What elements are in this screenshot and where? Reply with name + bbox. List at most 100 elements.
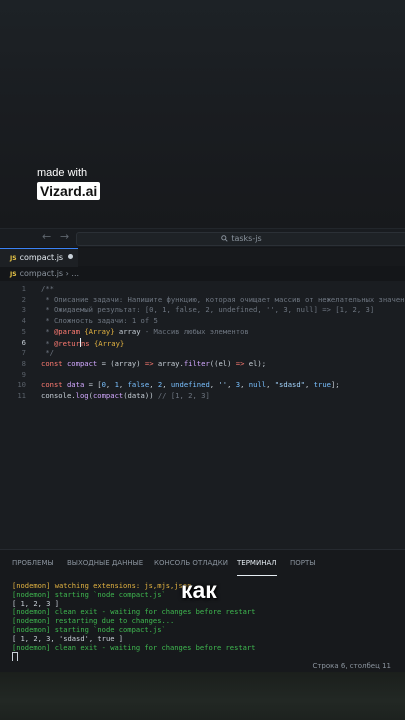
line-number: 7	[21, 348, 26, 358]
code-token: ,	[162, 380, 171, 390]
code-token: null	[248, 380, 267, 390]
forward-arrow-icon[interactable]: →	[60, 230, 69, 243]
code-line[interactable]: 4 * Сложность задачи: 1 of 5	[0, 316, 405, 327]
tab-output[interactable]: ВЫХОДНЫЕ ДАННЫЕ	[67, 550, 143, 576]
code-text: * @param {Array} array - Массив любых эл…	[41, 326, 248, 338]
unsaved-dot-icon[interactable]	[68, 254, 74, 259]
code-token: *	[41, 338, 54, 348]
code-token: true	[313, 380, 331, 390]
back-arrow-icon[interactable]: ←	[42, 230, 51, 243]
code-token: filter	[183, 358, 210, 368]
code-line[interactable]: 7 */	[0, 348, 405, 359]
video-subtitle: как	[181, 577, 217, 603]
code-editor[interactable]: 1 /** 2 * Описание задачи: Напишите функци…	[0, 281, 405, 549]
code-token: false	[127, 380, 150, 390]
search-icon	[221, 235, 228, 242]
code-token: array.	[153, 358, 184, 368]
breadcrumb-separator: ›	[65, 269, 69, 278]
code-token: * Ожидаемый результат: [0, 1, false, 2, …	[41, 305, 375, 315]
code-token: "sdasd"	[274, 380, 306, 390]
code-line[interactable]: 11 console.log(compact(data)) // [1, 2, 3…	[0, 391, 405, 402]
line-number: 6	[21, 337, 26, 347]
watermark-logo: Vizard.ai	[37, 182, 101, 200]
code-token: console.	[41, 391, 76, 400]
code-line[interactable]: 2 * Описание задачи: Напишите функцию, к…	[0, 295, 405, 306]
tab-ports[interactable]: ПОРТЫ	[290, 550, 315, 576]
code-text: */	[41, 348, 54, 359]
javascript-file-icon: JS	[10, 255, 17, 262]
code-text: /**	[41, 284, 54, 295]
code-text: * Описание задачи: Напишите функцию, кот…	[41, 295, 405, 306]
line-number: 11	[17, 391, 26, 400]
code-token: el);	[244, 358, 267, 368]
code-token: (data))	[123, 391, 158, 400]
code-token: ns	[80, 338, 90, 348]
line-number: 9	[21, 369, 26, 379]
code-text: console.log(compact(data)) // [1, 2, 3]	[41, 391, 210, 402]
line-number: 5	[21, 326, 26, 336]
code-line[interactable]: 9	[0, 370, 405, 381]
line-number: 4	[21, 316, 26, 326]
code-token: // [1, 2, 3]	[157, 391, 210, 400]
code-text: * Ожидаемый результат: [0, 1, false, 2, …	[41, 305, 374, 316]
breadcrumb-more[interactable]: ...	[71, 269, 79, 278]
blurred-bottom-area	[0, 672, 405, 720]
title-bar: ← → tasks-js	[0, 228, 405, 247]
code-line[interactable]: 5 * @param {Array} array - Массив любых …	[0, 327, 405, 338]
code-token: undefined	[170, 380, 210, 390]
code-token: = [	[84, 380, 102, 390]
code-token: ,	[240, 380, 249, 390]
javascript-file-icon: JS	[10, 271, 17, 278]
code-token: {Array}	[93, 338, 125, 348]
code-token: const	[41, 358, 63, 368]
code-text: * Сложность задачи: 1 of 5	[41, 316, 158, 327]
code-line[interactable]: 3 * Ожидаемый результат: [0, 1, false, 2…	[0, 305, 405, 316]
code-line[interactable]: 1 /**	[0, 284, 405, 295]
code-token: const	[41, 380, 63, 390]
code-token: log	[75, 391, 89, 400]
code-token: {Array}	[84, 326, 115, 336]
code-text: const compact = (array) => array.filter(…	[41, 359, 266, 370]
code-token: compact	[92, 391, 124, 400]
code-token: ((el)	[209, 358, 236, 368]
line-number: 8	[21, 358, 26, 368]
code-token: ,	[305, 380, 314, 390]
code-token: ];	[330, 380, 340, 390]
code-token: =>	[144, 358, 154, 368]
cursor-position[interactable]: Строка 6, столбец 11	[312, 661, 391, 672]
tab-compact-js[interactable]: JS compact.js	[0, 248, 78, 267]
code-token: *	[41, 326, 54, 336]
line-number: 3	[21, 305, 26, 315]
watermark: made with Vizard.ai	[37, 167, 101, 200]
command-center-label: tasks-js	[231, 234, 262, 243]
code-token: ,	[149, 380, 158, 390]
code-text: const data = [0, 1, false, 2, undefined,…	[41, 380, 340, 391]
line-number: 2	[21, 294, 26, 304]
code-token: array	[114, 326, 141, 336]
tab-debug-console[interactable]: КОНСОЛЬ ОТЛАДКИ	[154, 550, 228, 576]
code-token: /**	[41, 284, 54, 293]
code-token: ,	[266, 380, 275, 390]
editor-tab-bar: JS compact.js	[0, 248, 405, 267]
code-token: ,	[227, 380, 236, 390]
code-line[interactable]: 10 const data = [0, 1, false, 2, undefine…	[0, 380, 405, 391]
tab-terminal[interactable]: ТЕРМИНАЛ	[237, 550, 277, 576]
code-token: @param	[53, 326, 80, 336]
code-token: @retur	[53, 338, 80, 348]
breadcrumb-file[interactable]: compact.js	[20, 269, 64, 278]
code-token: data	[66, 380, 85, 390]
code-token: ,	[105, 380, 115, 390]
code-line[interactable]: 8 const compact = (array) => array.filter…	[0, 359, 405, 370]
code-token: */	[41, 348, 54, 358]
command-center-search[interactable]: tasks-js	[76, 232, 405, 246]
tab-problems[interactable]: ПРОБЛЕМЫ	[12, 550, 54, 576]
status-bar: Строка 6, столбец 11	[0, 661, 405, 672]
line-number: 10	[17, 380, 26, 390]
code-token: * Описание задачи: Напишите функцию, кот…	[41, 294, 405, 304]
code-token: * Сложность задачи: 1 of 5	[41, 316, 158, 326]
watermark-caption: made with	[37, 167, 88, 179]
line-number: 1	[21, 284, 26, 293]
code-line[interactable]: 6 * @returns {Array}	[0, 337, 405, 349]
tab-label: compact.js	[19, 253, 64, 262]
code-token: ,	[118, 380, 128, 390]
